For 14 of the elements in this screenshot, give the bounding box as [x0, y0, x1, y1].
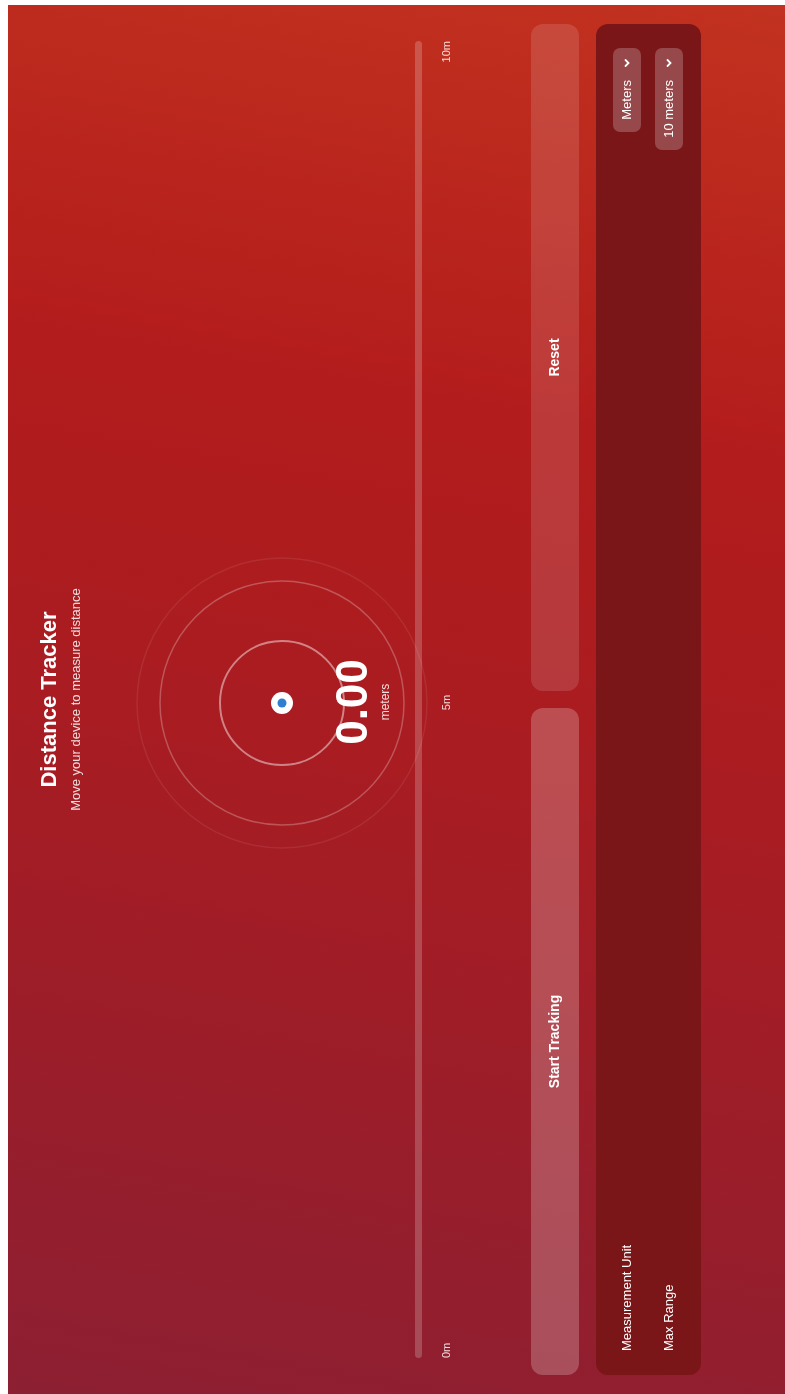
setting-select[interactable]: 10 meters	[655, 48, 683, 150]
setting-label: Max Range	[660, 1284, 678, 1351]
app-subtitle: Move your device to measure distance	[66, 588, 84, 811]
action-button[interactable]: Reset	[530, 24, 579, 691]
setting-select[interactable]: Meters	[613, 48, 641, 132]
action-button[interactable]: Start Tracking	[530, 708, 579, 1375]
distance-value: 0.00	[330, 659, 374, 745]
setting-label: Measurement Unit	[618, 1244, 636, 1351]
distance-unit: meters	[377, 683, 393, 721]
app-title: Distance Tracker	[35, 611, 62, 788]
scale-label: 0m	[439, 1342, 453, 1358]
scale-label: 5m	[439, 694, 453, 711]
location-dot-icon	[271, 692, 293, 714]
scale-label: 10m	[439, 41, 453, 63]
